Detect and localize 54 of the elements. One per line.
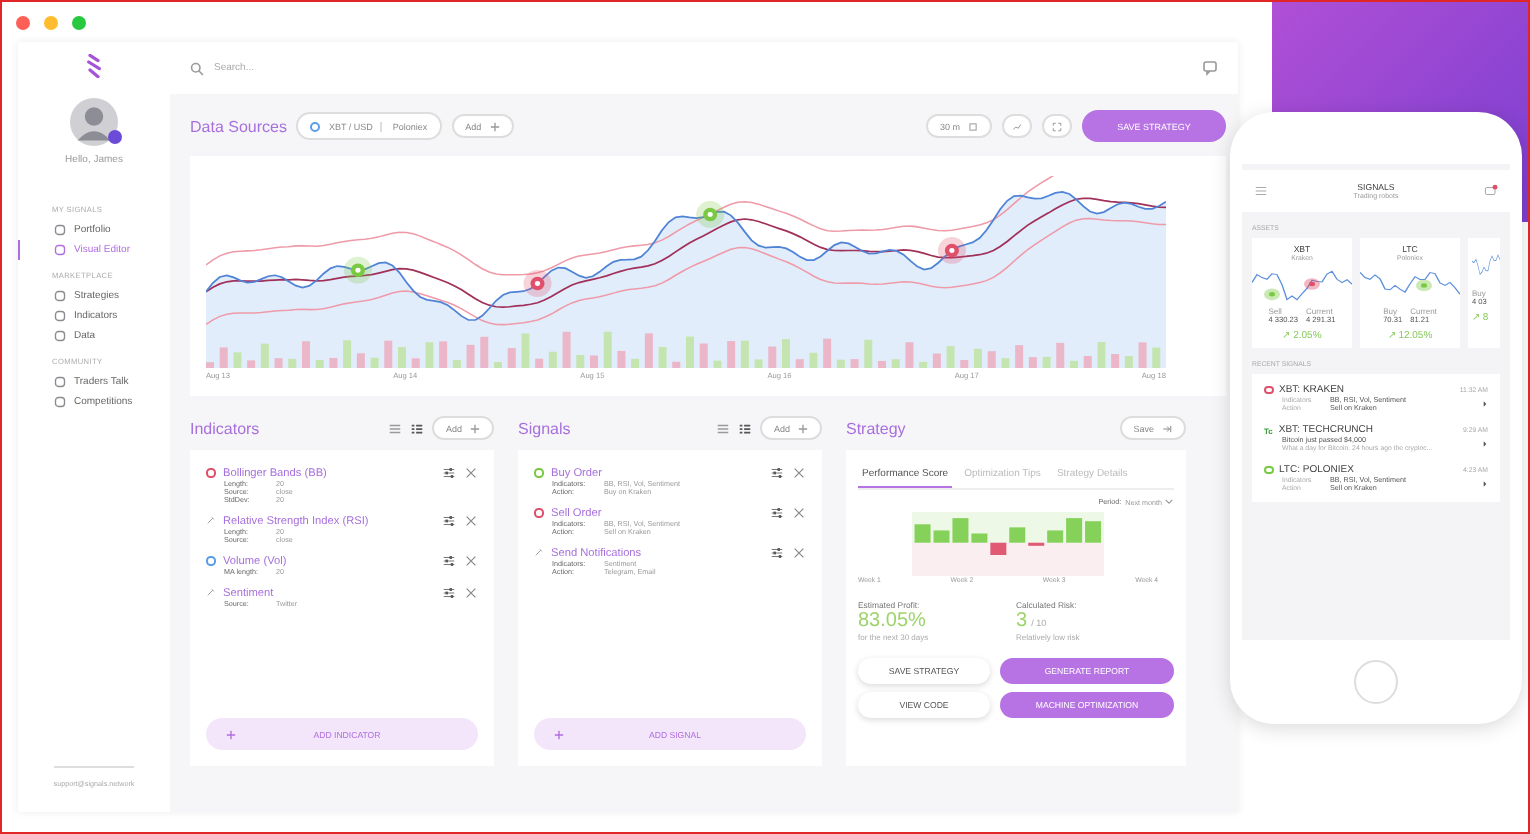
chevron-right-icon[interactable]	[1482, 440, 1488, 448]
section-title: Data Sources	[190, 117, 287, 135]
plus-icon	[554, 729, 564, 739]
minimize-window-dot[interactable]	[44, 15, 58, 29]
section-title: Indicators	[190, 419, 260, 437]
plus-icon	[798, 423, 808, 433]
close-icon[interactable]	[464, 554, 478, 568]
sliders-icon[interactable]	[770, 466, 784, 480]
sliders-icon[interactable]	[442, 466, 456, 480]
logo-icon	[86, 54, 102, 78]
pencil-icon	[206, 588, 215, 598]
sliders-icon[interactable]	[442, 586, 456, 600]
section-title: Signals	[518, 419, 571, 437]
signal-marker[interactable]	[937, 237, 966, 264]
plus-icon	[489, 121, 500, 131]
grid-view-icon[interactable]	[409, 421, 424, 435]
chevron-right-icon[interactable]	[1482, 480, 1488, 488]
pencil-icon	[206, 516, 215, 526]
sliders-icon[interactable]	[442, 514, 456, 528]
close-icon[interactable]	[792, 466, 806, 480]
sliders-icon[interactable]	[770, 546, 784, 560]
plus-icon	[226, 729, 236, 739]
grid-view-icon[interactable]	[737, 421, 752, 435]
close-icon[interactable]	[464, 514, 478, 528]
sliders-icon[interactable]	[770, 506, 784, 520]
sliders-icon[interactable]	[442, 554, 456, 568]
metric-value: 3	[1016, 609, 1028, 631]
search-icon	[190, 61, 204, 75]
plus-icon	[470, 423, 480, 433]
close-icon[interactable]	[464, 466, 478, 480]
signal-marker[interactable]	[696, 201, 725, 228]
close-icon[interactable]	[792, 546, 806, 560]
metric-value: 83.05%	[858, 609, 926, 631]
fullscreen-icon	[1052, 121, 1062, 131]
signal-marker[interactable]	[343, 256, 372, 284]
square-icon	[968, 121, 978, 131]
chat-notification-icon[interactable]	[1484, 184, 1498, 198]
badge-icon	[108, 130, 122, 144]
pencil-icon	[534, 548, 543, 558]
avatar-silhouette	[70, 98, 118, 146]
maximize-window-dot[interactable]	[72, 15, 86, 29]
list-view-icon[interactable]	[387, 421, 402, 435]
list-view-icon[interactable]	[715, 421, 730, 435]
line-chart-icon	[1012, 121, 1022, 131]
close-window-dot[interactable]	[16, 15, 30, 29]
close-icon[interactable]	[792, 506, 806, 520]
chat-icon[interactable]	[1202, 60, 1218, 76]
export-icon	[1162, 423, 1172, 433]
section-title: Strategy	[846, 419, 906, 437]
menu-icon[interactable]	[1254, 184, 1268, 198]
close-icon[interactable]	[464, 586, 478, 600]
signal-marker[interactable]	[523, 270, 552, 297]
caret-icon	[1164, 498, 1174, 505]
chevron-right-icon[interactable]	[1482, 400, 1488, 408]
